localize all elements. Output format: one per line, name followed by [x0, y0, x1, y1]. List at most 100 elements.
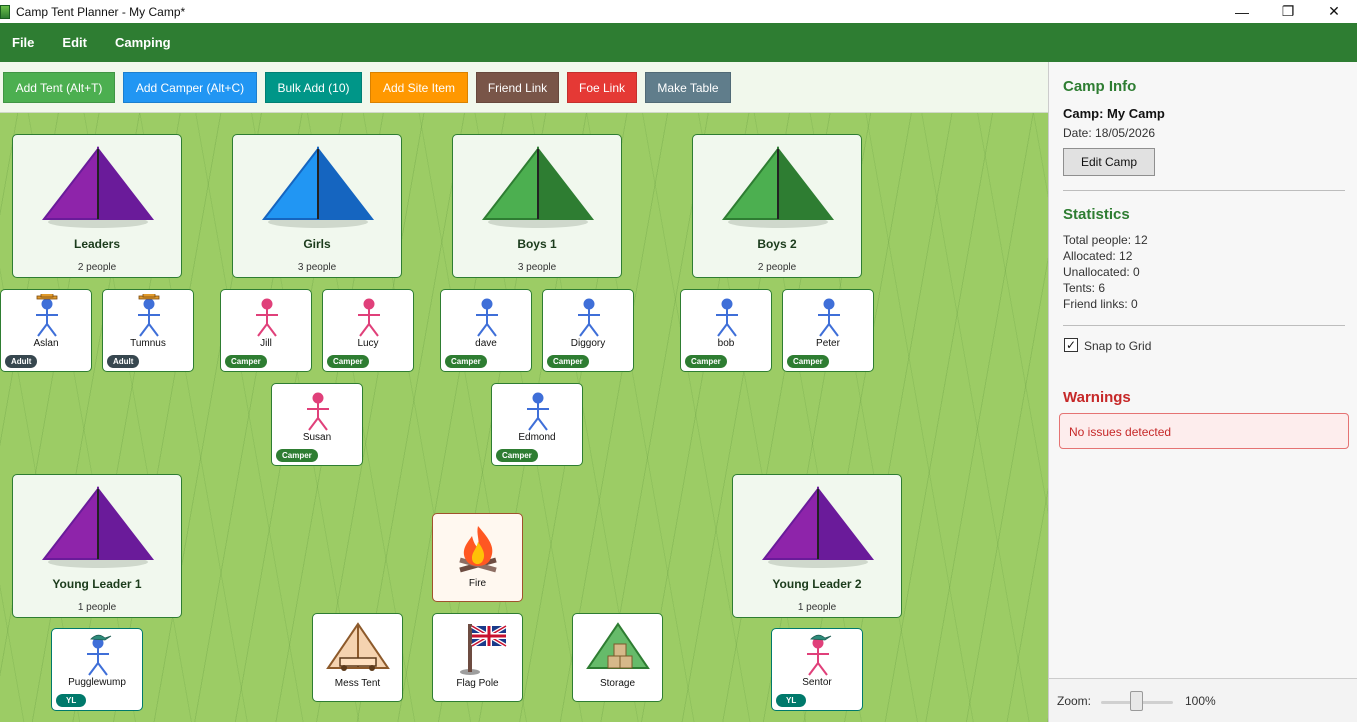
tent-name: Leaders [73, 237, 121, 251]
camper-name: bob [717, 338, 735, 349]
tent-name: Young Leader 2 [772, 577, 862, 591]
title-bar: Camp Tent Planner - My Camp* — ❐ ✕ [0, 0, 1357, 23]
role-badge: Camper [496, 449, 538, 462]
tent-name: Young Leader 1 [52, 577, 142, 591]
edit-camp-button[interactable]: Edit Camp [1063, 148, 1155, 176]
tent-card[interactable]: Girls 3 people [232, 134, 402, 278]
tent-card[interactable]: Leaders 2 people [12, 134, 182, 278]
role-badge: Camper [327, 355, 369, 368]
site-item-card[interactable]: Mess Tent [312, 613, 403, 702]
warning-text: No issues detected [1069, 425, 1172, 439]
camp-info-heading: Camp Info [1063, 78, 1137, 95]
tent-icon [761, 486, 875, 568]
zoom-slider-thumb[interactable] [1130, 691, 1143, 711]
tent-name: Girls [303, 237, 331, 251]
bulk-add-button[interactable]: Bulk Add (10) [265, 72, 362, 103]
warnings-box: No issues detected [1059, 413, 1349, 449]
window-controls: — ❐ ✕ [1219, 0, 1357, 23]
camper-name: Tumnus [130, 338, 166, 349]
camper-card[interactable]: dave Camper [440, 289, 532, 372]
site-item-name: Mess Tent [334, 678, 381, 689]
person-icon [578, 298, 600, 337]
foe-link-button[interactable]: Foe Link [567, 72, 637, 103]
camp-canvas[interactable]: Leaders 2 people Girls 3 people Boys 1 3 pe… [0, 113, 1048, 722]
camper-card[interactable]: Tumnus Adult [102, 289, 194, 372]
add-camper-button[interactable]: Add Camper (Alt+C) [123, 72, 257, 103]
site-item-name: Fire [468, 578, 487, 589]
camper-card[interactable]: Diggory Camper [542, 289, 634, 372]
role-badge: Camper [276, 449, 318, 462]
side-panel: Camp Info Camp: My Camp Date: 18/05/2026… [1048, 62, 1357, 722]
role-badge: Camper [787, 355, 829, 368]
add-site-item-button[interactable]: Add Site Item [370, 72, 468, 103]
role-badge: YL [776, 694, 807, 707]
site-item-card[interactable]: Flag Pole [432, 613, 523, 702]
role-badge: Camper [445, 355, 487, 368]
camper-name: Lucy [357, 338, 379, 349]
menu-file[interactable]: File [0, 35, 46, 50]
site-item-card[interactable]: Fire [432, 513, 523, 602]
camper-name: Pugglewump [68, 677, 126, 688]
camper-card[interactable]: Susan Camper [271, 383, 363, 466]
zoom-label: Zoom: [1057, 694, 1092, 708]
person-icon [358, 298, 380, 337]
camper-card[interactable]: Sentor YL [771, 628, 863, 711]
stat-allocated: Allocated: 12 [1063, 249, 1133, 263]
warnings-heading: Warnings [1063, 389, 1131, 406]
stat-unallocated: Unallocated: 0 [1063, 265, 1140, 279]
statistics-heading: Statistics [1063, 206, 1130, 223]
mess-tent-icon [326, 622, 390, 671]
camper-card[interactable]: Pugglewump YL [51, 628, 143, 711]
person-icon [818, 298, 840, 337]
tent-card[interactable]: Young Leader 2 1 people [732, 474, 902, 618]
camper-card[interactable]: Aslan Adult [0, 289, 92, 372]
camper-name: Peter [816, 338, 840, 349]
tent-card[interactable]: Boys 1 3 people [452, 134, 622, 278]
role-badge: YL [56, 694, 87, 707]
person-icon [256, 298, 278, 337]
menu-camping[interactable]: Camping [99, 35, 183, 50]
role-badge: Adult [5, 355, 38, 368]
tent-icon [481, 146, 595, 228]
person-icon [716, 298, 738, 337]
person-icon [807, 634, 832, 676]
flag-pole-icon [460, 624, 508, 675]
tent-people-count: 3 people [517, 262, 557, 273]
menu-edit[interactable]: Edit [46, 35, 99, 50]
add-tent-button[interactable]: Add Tent (Alt+T) [3, 72, 115, 103]
camper-card[interactable]: Edmond Camper [491, 383, 583, 466]
person-icon [138, 294, 160, 337]
tent-name: Boys 1 [517, 237, 557, 251]
camper-card[interactable]: bob Camper [680, 289, 772, 372]
divider [1063, 325, 1345, 326]
tent-name: Boys 2 [757, 237, 797, 251]
maximize-button[interactable]: ❐ [1265, 0, 1311, 23]
tent-icon [261, 146, 375, 228]
tent-icon [41, 146, 155, 228]
camp-date: Date: 18/05/2026 [1063, 126, 1156, 140]
camper-name: Aslan [33, 338, 59, 349]
tent-card[interactable]: Boys 2 2 people [692, 134, 862, 278]
friend-link-button[interactable]: Friend Link [476, 72, 559, 103]
site-item-name: Flag Pole [456, 678, 499, 689]
person-icon [307, 392, 329, 431]
make-table-button[interactable]: Make Table [645, 72, 731, 103]
camper-card[interactable]: Peter Camper [782, 289, 874, 372]
stat-total-people: Total people: 12 [1063, 233, 1148, 247]
person-icon [527, 392, 549, 431]
tent-people-count: 2 people [757, 262, 797, 273]
camper-card[interactable]: Lucy Camper [322, 289, 414, 372]
camper-name: Susan [302, 432, 332, 443]
close-button[interactable]: ✕ [1311, 0, 1357, 23]
tent-people-count: 1 people [77, 602, 117, 613]
minimize-button[interactable]: — [1219, 0, 1265, 23]
zoom-bar: Zoom: 100% [1049, 678, 1357, 722]
site-item-card[interactable]: Storage [572, 613, 663, 702]
snap-to-grid-label[interactable]: Snap to Grid [1084, 339, 1151, 353]
camper-name: Edmond [518, 432, 556, 443]
tent-card[interactable]: Young Leader 1 1 people [12, 474, 182, 618]
snap-to-grid-checkbox[interactable]: ✓ [1064, 338, 1078, 352]
tent-people-count: 2 people [77, 262, 117, 273]
role-badge: Camper [547, 355, 589, 368]
camper-card[interactable]: Jill Camper [220, 289, 312, 372]
